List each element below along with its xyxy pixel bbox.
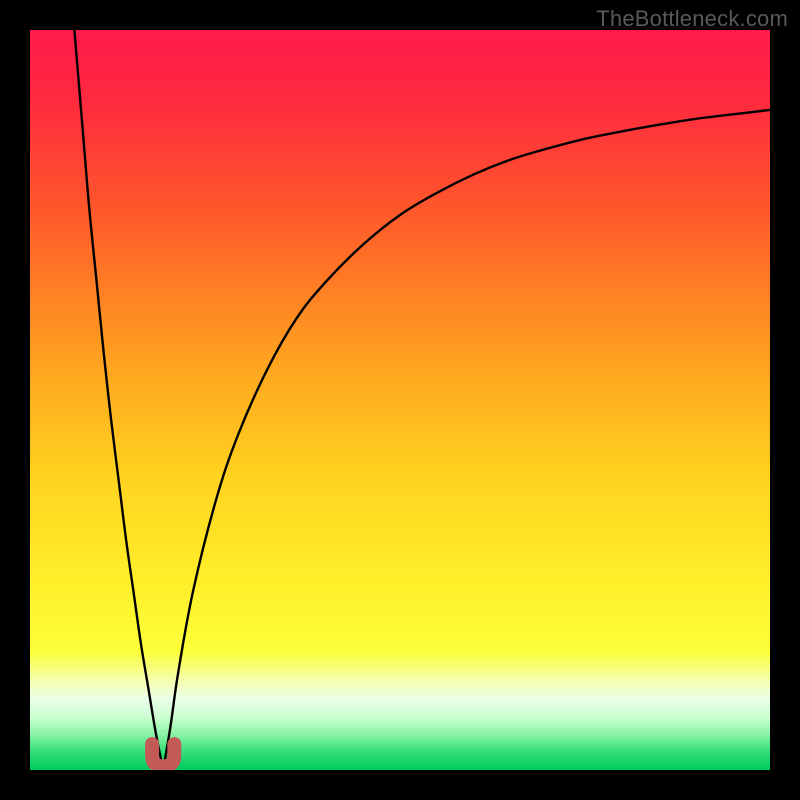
optimum-marker (152, 744, 174, 766)
chart-frame: TheBottleneck.com (0, 0, 800, 800)
curve-right-branch (163, 110, 770, 770)
plot-area (30, 30, 770, 770)
curve-left-branch (74, 30, 163, 770)
attribution-text: TheBottleneck.com (596, 6, 788, 32)
chart-curves (30, 30, 770, 770)
